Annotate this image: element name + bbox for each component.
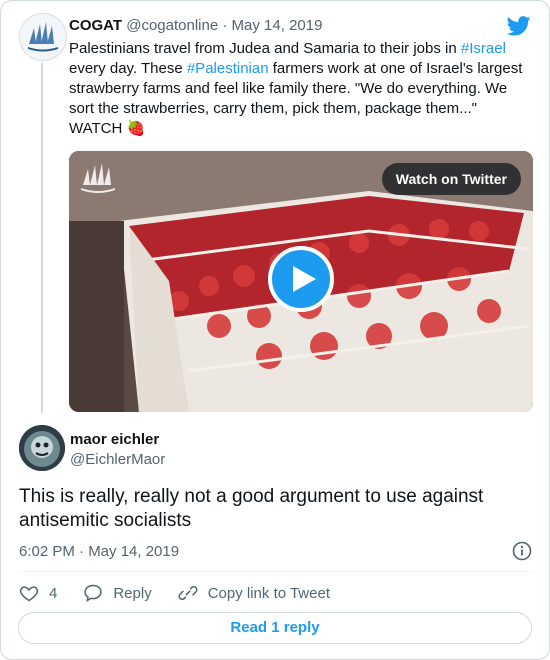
tweet-text: This is really, really not a good argume… [19,486,484,531]
copy-link-button[interactable]: Copy link to Tweet [178,583,330,603]
quoted-tweet-text: Palestinians travel from Judea and Samar… [69,39,529,139]
quoted-tweet-header: COGAT @cogatonline · May 14, 2019 [69,17,322,34]
quoted-author-name[interactable]: COGAT [69,17,122,34]
hashtag-israel-link[interactable]: #Israel [461,40,506,57]
quoted-text-part: Palestinians travel from Judea and Samar… [69,40,461,57]
info-icon[interactable] [512,541,532,566]
play-button[interactable] [268,246,334,312]
embedded-tweet-card: COGAT @cogatonline · May 14, 2019 Palest… [0,0,550,660]
heart-icon [19,586,39,602]
like-button[interactable]: 4 [19,583,57,603]
cogat-logo-watermark [77,159,119,204]
watch-on-twitter-button[interactable]: Watch on Twitter [381,163,521,195]
hashtag-palestinian-link[interactable]: #Palestinian [187,60,269,77]
tweet-timestamp[interactable]: 6:02 PM · May 14, 2019 [19,543,179,560]
copy-link-label: Copy link to Tweet [207,584,330,602]
cogat-avatar[interactable] [19,13,67,61]
thread-connector-line [41,63,43,413]
video-thumbnail[interactable]: Watch on Twitter [69,151,533,412]
twitter-bird-icon[interactable] [506,15,531,37]
play-icon [293,266,316,292]
reply-label: Reply [113,584,152,602]
quoted-author-handle[interactable]: @cogatonline [126,17,218,34]
link-icon [178,585,198,601]
read-replies-button[interactable]: Read 1 reply [18,612,532,644]
author-name[interactable]: maor eichler [70,431,159,448]
quoted-text-part: every day. These [69,60,187,77]
like-count: 4 [49,584,58,602]
reply-icon [84,584,103,603]
maor-eichler-avatar[interactable] [19,425,65,471]
reply-button[interactable]: Reply [83,583,152,603]
tweet-actions-bar: 4 Reply Copy link to Tweet [19,582,356,604]
separator-dot: · [218,17,232,34]
divider [19,571,533,572]
author-handle[interactable]: @EichlerMaor [70,451,165,468]
quoted-tweet-date[interactable]: May 14, 2019 [232,17,323,34]
